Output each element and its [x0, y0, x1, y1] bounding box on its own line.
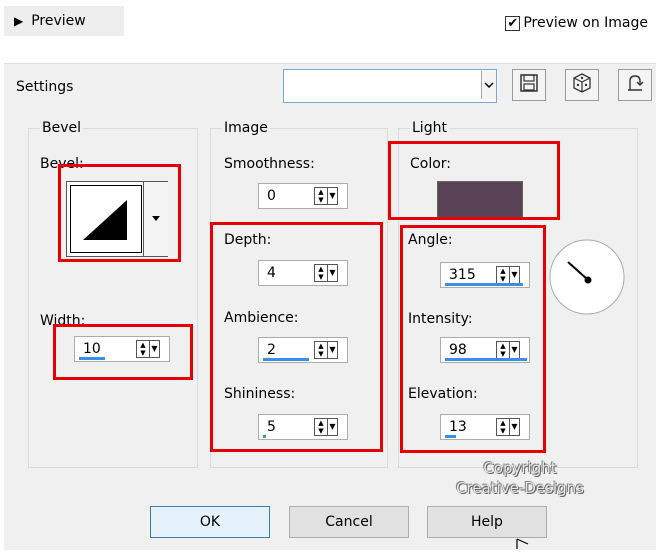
shininess-value[interactable]: 5 — [267, 419, 276, 435]
shininess-stepper[interactable]: 5 ▲ ▼ ▼ — [258, 414, 348, 440]
light-group-title: Light — [410, 120, 449, 136]
elevation-stepper[interactable]: 13 ▲ ▼ ▼ — [440, 414, 530, 440]
preview-on-image-option[interactable]: ✔ Preview on Image — [505, 15, 648, 31]
elevation-up-down-arrows[interactable]: ▲ ▼ — [496, 418, 510, 436]
width-dropdown-arrow[interactable]: ▼ — [150, 340, 160, 358]
settings-preset-combo[interactable] — [283, 69, 497, 103]
ambience-level-bar — [263, 358, 309, 361]
shininess-dropdown-arrow[interactable]: ▼ — [328, 418, 338, 436]
smoothness-value[interactable]: 0 — [267, 188, 276, 204]
ambience-up-down-arrows[interactable]: ▲ ▼ — [314, 341, 328, 359]
intensity-stepper[interactable]: 98 ▲ ▼ ▼ — [440, 337, 530, 363]
reset-icon — [624, 72, 646, 98]
smoothness-stepper[interactable]: 0 ▲ ▼ ▼ — [258, 183, 348, 209]
angle-dial-icon — [549, 239, 625, 315]
watermark-line-2: Creative-Designs — [456, 479, 584, 497]
ambience-dropdown-arrow[interactable]: ▼ — [328, 341, 338, 359]
angle-label: Angle: — [408, 232, 453, 248]
width-label: Width: — [40, 313, 86, 329]
intensity-label: Intensity: — [408, 311, 473, 327]
preview-on-image-label: Preview on Image — [523, 15, 648, 31]
shininess-level-bar — [263, 435, 266, 438]
dropdown-arrow-icon — [152, 216, 160, 221]
save-icon — [519, 73, 539, 97]
cancel-button[interactable]: Cancel — [289, 506, 409, 538]
reset-button[interactable] — [618, 69, 652, 101]
light-color-swatch[interactable] — [437, 181, 523, 219]
copyright-watermark: Copyright Creative-Designs — [430, 458, 610, 498]
chevron-down-icon[interactable] — [481, 71, 496, 99]
intensity-dropdown-arrow[interactable]: ▼ — [510, 341, 520, 359]
intensity-level-bar — [445, 358, 527, 361]
width-stepper[interactable]: 10 ▲ ▼ ▼ — [74, 336, 170, 362]
intensity-up-down-arrows[interactable]: ▲ ▼ — [496, 341, 510, 359]
dice-icon — [571, 72, 593, 98]
ambience-value[interactable]: 2 — [267, 342, 276, 358]
depth-value[interactable]: 4 — [267, 265, 276, 281]
bevel-shape-preview — [70, 185, 142, 253]
preview-on-image-checkbox[interactable]: ✔ — [505, 15, 521, 31]
angle-level-bar — [445, 283, 523, 286]
mouse-cursor-icon — [516, 538, 530, 554]
smoothness-dropdown-arrow[interactable]: ▼ — [328, 187, 338, 205]
smoothness-label: Smoothness: — [224, 156, 315, 172]
image-group-title: Image — [222, 120, 270, 136]
ok-button[interactable]: OK — [150, 506, 270, 538]
angle-value[interactable]: 315 — [449, 267, 476, 283]
depth-dropdown-arrow[interactable]: ▼ — [328, 264, 338, 282]
angle-stepper[interactable]: 315 ▲ ▼ ▼ — [440, 262, 530, 288]
bevel-group-title: Bevel — [40, 120, 84, 136]
randomize-button[interactable] — [565, 69, 599, 101]
intensity-value[interactable]: 98 — [449, 342, 467, 358]
bevel-shape-picker[interactable] — [66, 181, 168, 257]
smoothness-up-down-arrows[interactable]: ▲ ▼ — [314, 187, 328, 205]
settings-label: Settings — [16, 79, 74, 95]
preview-label: Preview — [31, 13, 86, 29]
width-level-bar — [79, 357, 105, 360]
angle-dropdown-arrow[interactable]: ▼ — [510, 266, 520, 284]
bevel-label: Bevel: — [40, 156, 84, 172]
expand-triangle-icon: ▶ — [14, 14, 24, 28]
shininess-label: Shininess: — [224, 386, 296, 402]
elevation-level-bar — [445, 435, 456, 438]
elevation-label: Elevation: — [408, 386, 478, 402]
bevel-triangle-icon — [83, 200, 127, 240]
angle-up-down-arrows[interactable]: ▲ ▼ — [496, 266, 510, 284]
help-button[interactable]: Help — [427, 506, 547, 538]
width-up-down-arrows[interactable]: ▲ ▼ — [136, 340, 150, 358]
watermark-line-1: Copyright — [483, 459, 557, 477]
save-preset-button[interactable] — [512, 69, 546, 101]
preview-toggle-button[interactable]: ▶ Preview — [4, 6, 124, 36]
color-label: Color: — [410, 156, 452, 172]
width-value[interactable]: 10 — [83, 341, 101, 357]
bevel-dropdown-button[interactable] — [143, 182, 168, 256]
elevation-dropdown-arrow[interactable]: ▼ — [510, 418, 520, 436]
bevel-group — [28, 128, 198, 468]
depth-up-down-arrows[interactable]: ▲ ▼ — [314, 264, 328, 282]
depth-stepper[interactable]: 4 ▲ ▼ ▼ — [258, 260, 348, 286]
ambience-label: Ambience: — [224, 310, 299, 326]
shininess-up-down-arrows[interactable]: ▲ ▼ — [314, 418, 328, 436]
depth-label: Depth: — [224, 232, 272, 248]
angle-dial[interactable] — [548, 238, 626, 316]
ambience-stepper[interactable]: 2 ▲ ▼ ▼ — [258, 337, 348, 363]
elevation-value[interactable]: 13 — [449, 419, 467, 435]
